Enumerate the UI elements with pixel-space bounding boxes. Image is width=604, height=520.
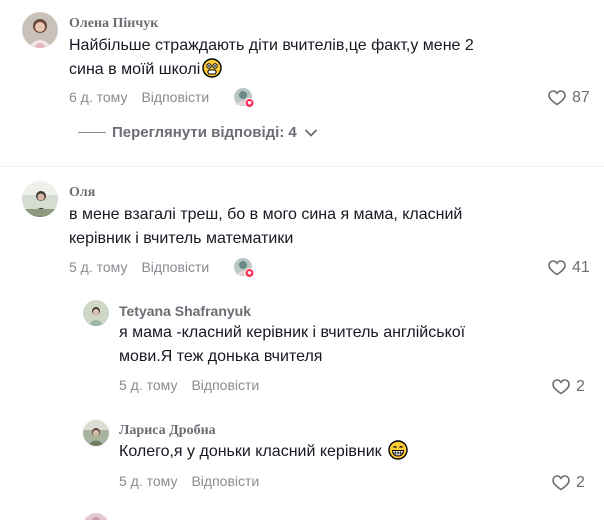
view-replies-label: Переглянути відповіді: (112, 124, 285, 141)
reply-button[interactable]: Відповісти (191, 377, 259, 393)
like-count: 87 (572, 89, 590, 106)
divider-line (78, 132, 106, 133)
comment-text-line: сина в моїй школі (69, 61, 201, 78)
like-count: 2 (576, 474, 585, 491)
reply-button[interactable]: Відповісти (141, 259, 209, 275)
comment-text-line: керівник і вчитель математики (69, 230, 294, 247)
reply-text: мови.Я теж донька вчителя (119, 345, 322, 369)
shocked-face-emoji-icon (202, 58, 222, 78)
reply-text-line: мови.Я теж донька вчителя (119, 348, 323, 365)
reply-time: 5 д. тому (119, 473, 178, 489)
reply-time: 5 д. тому (119, 377, 178, 393)
divider (0, 166, 604, 167)
avatar-image (83, 420, 109, 446)
view-replies-count: 4 (288, 124, 297, 141)
comment-text: в мене взагалі треш, бо в мого сина я ма… (69, 203, 462, 227)
comment-author[interactable]: Оля (69, 185, 95, 201)
avatar-image (83, 513, 109, 520)
avatar-image (83, 300, 109, 326)
avatar-image (22, 181, 58, 217)
comment-text-line: в мене взагалі треш, бо в мого сина я ма… (69, 206, 463, 223)
comment-text: сина в моїй школі (69, 58, 222, 82)
view-replies-button[interactable]: Переглянути відповіді: 4 (78, 124, 317, 141)
comment-time: 5 д. тому (69, 259, 128, 275)
heart-icon (548, 260, 566, 276)
comment-text-line: Найбільше страждають діти вчителів,це фа… (69, 37, 474, 54)
like-count: 41 (572, 259, 590, 276)
like-button[interactable]: 87 (548, 89, 590, 107)
creator-liked-badge-icon (233, 257, 255, 279)
reply-author[interactable]: Лариса Дробна (119, 423, 216, 439)
reply-text-line: я мама -класний керівник і вчитель англі… (119, 324, 466, 341)
creator-liked-badge-icon (233, 87, 255, 109)
comment-text: керівник і вчитель математики (69, 227, 293, 251)
like-count: 2 (576, 378, 585, 395)
reply-button[interactable]: Відповісти (191, 473, 259, 489)
reply-meta: 5 д. тому Відповісти (119, 377, 259, 393)
avatar[interactable] (22, 12, 58, 48)
reply-text: Колего,я у доньки класний керівник (119, 440, 408, 464)
grinning-face-emoji-icon (387, 440, 408, 460)
reply-text: я мама -класний керівник і вчитель англі… (119, 321, 465, 345)
like-button[interactable]: 41 (548, 259, 590, 277)
comment-author[interactable]: Олена Пінчук (69, 16, 158, 32)
avatar[interactable] (83, 300, 109, 326)
reply-author[interactable]: Tetyana Shafranyuk (119, 303, 251, 319)
avatar-image (22, 12, 58, 48)
avatar[interactable] (22, 181, 58, 217)
reply-meta: 5 д. тому Відповісти (119, 473, 259, 489)
like-button[interactable]: 2 (552, 474, 585, 492)
heart-icon (552, 379, 570, 395)
heart-icon (552, 475, 570, 491)
reply-button[interactable]: Відповісти (141, 89, 209, 105)
comment-meta: 6 д. тому Відповісти (69, 89, 209, 105)
heart-icon (548, 90, 566, 106)
reply-text-line: Колего,я у доньки класний керівник (119, 443, 382, 460)
avatar[interactable] (83, 420, 109, 446)
like-button[interactable]: 2 (552, 378, 585, 396)
comment-meta: 5 д. тому Відповісти (69, 259, 209, 275)
comment-time: 6 д. тому (69, 89, 128, 105)
chevron-down-icon (304, 129, 317, 136)
avatar[interactable] (83, 513, 109, 520)
comment-text: Найбільше страждають діти вчителів,це фа… (69, 34, 474, 58)
